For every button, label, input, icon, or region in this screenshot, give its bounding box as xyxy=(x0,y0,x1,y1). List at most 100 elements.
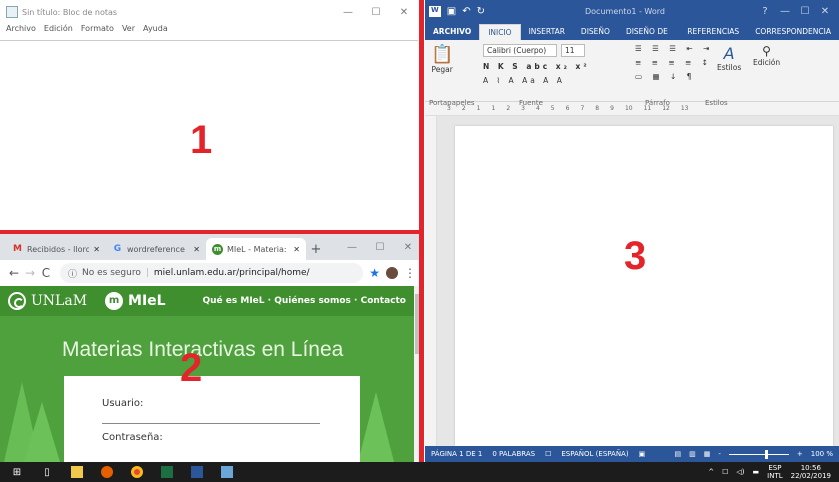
font-size-select[interactable]: 11 xyxy=(561,44,585,57)
usuario-input[interactable] xyxy=(102,423,320,424)
close-icon[interactable]: ✕ xyxy=(815,6,835,17)
firefox-icon[interactable] xyxy=(96,462,118,482)
chrome-icon[interactable] xyxy=(126,462,148,482)
menu-edicion[interactable]: Edición xyxy=(44,24,73,38)
excel-icon[interactable] xyxy=(156,462,178,482)
language-indicator[interactable]: ESP INTL xyxy=(767,464,782,480)
read-mode-icon[interactable]: ▤ xyxy=(674,450,681,458)
tab-inicio[interactable]: INICIO xyxy=(479,24,521,40)
word-icon[interactable] xyxy=(186,462,208,482)
file-explorer-icon[interactable] xyxy=(66,462,88,482)
quick-access-toolbar: W ▣ ↶ ↻ xyxy=(429,5,485,17)
forward-icon[interactable]: → xyxy=(22,266,38,280)
tree-decoration xyxy=(24,402,60,462)
google-icon: G xyxy=(113,243,122,254)
minimize-icon[interactable]: — xyxy=(334,7,362,18)
close-tab-icon[interactable]: ✕ xyxy=(93,245,100,254)
close-icon[interactable]: ✕ xyxy=(394,242,422,253)
system-tray: ^ ☐ ◁) ▬ ESP INTL 10:56 22/02/2019 xyxy=(708,464,839,480)
tray-chevron-icon[interactable]: ^ xyxy=(708,468,714,476)
horizontal-ruler: 3 2 1 1 2 3 4 5 6 7 8 9 10 11 12 13 xyxy=(425,102,839,116)
tab-insertar[interactable]: INSERTAR xyxy=(521,24,573,40)
shading-buttons[interactable]: ▭ ▦ ↓ ¶ xyxy=(635,72,713,81)
language-label[interactable]: ESPAÑOL (ESPAÑA) xyxy=(561,450,628,458)
menu-ayuda[interactable]: Ayuda xyxy=(143,24,168,38)
info-icon[interactable]: ⓘ xyxy=(68,267,77,280)
tab-archivo[interactable]: ARCHIVO xyxy=(425,24,480,40)
color-buttons[interactable]: A ⌇ A Aa A A xyxy=(483,76,590,85)
word-app-icon: W xyxy=(429,5,441,17)
tab-label: wordreference xyxy=(127,244,185,254)
address-bar[interactable]: ⓘ No es seguro | miel.unlam.edu.ar/princ… xyxy=(60,263,364,283)
styles-label: Estilos xyxy=(717,63,742,72)
task-view-icon[interactable]: ▯ xyxy=(36,462,58,482)
tab-miel[interactable]: m MIeL - Materia: ✕ xyxy=(206,238,306,260)
notepad-titlebar: Sin título: Bloc de notas — ☐ ✕ xyxy=(0,0,418,24)
clipboard-icon: 📋 xyxy=(431,44,454,65)
action-center-icon[interactable]: ▬ xyxy=(753,468,760,476)
maximize-icon[interactable]: ☐ xyxy=(362,7,390,18)
close-tab-icon[interactable]: ✕ xyxy=(293,245,300,254)
paint-icon[interactable] xyxy=(216,462,238,482)
zoom-out-icon[interactable]: - xyxy=(718,450,721,458)
format-buttons[interactable]: N K S abc x₂ x² xyxy=(483,62,590,71)
paste-button[interactable]: 📋 Pegar xyxy=(431,44,453,74)
tab-gmail[interactable]: M Recibidos - llorc ✕ xyxy=(6,238,106,260)
miel-badge-icon: m xyxy=(105,292,124,310)
close-tab-icon[interactable]: ✕ xyxy=(193,245,200,254)
minimize-icon[interactable]: — xyxy=(775,6,795,17)
tab-diseno[interactable]: DISEÑO xyxy=(573,24,618,40)
print-layout-icon[interactable]: ▥ xyxy=(689,450,696,458)
proofing-icon[interactable]: ☐ xyxy=(545,450,551,458)
maximize-icon[interactable]: ☐ xyxy=(366,242,394,253)
ruler-tick-label: 5 xyxy=(550,105,555,112)
macro-icon[interactable]: ▣ xyxy=(639,450,646,458)
maximize-icon[interactable]: ☐ xyxy=(795,6,815,17)
time-label: 10:56 xyxy=(800,464,821,472)
ruler-tick-label: 1 xyxy=(476,105,481,112)
extension-icon[interactable] xyxy=(386,267,398,279)
tab-diseno-pagina[interactable]: DISEÑO DE PÁGINA xyxy=(618,24,679,52)
minimize-icon[interactable]: — xyxy=(338,242,366,253)
menu-formato[interactable]: Formato xyxy=(81,24,114,38)
windows-start-icon[interactable]: ⊞ xyxy=(6,462,28,482)
back-icon[interactable]: ← xyxy=(6,266,22,280)
save-icon[interactable]: ▣ xyxy=(447,6,456,17)
redo-icon[interactable]: ↻ xyxy=(477,6,485,17)
network-icon[interactable]: ☐ xyxy=(722,468,728,476)
tab-wordreference[interactable]: G wordreference ✕ xyxy=(106,238,206,260)
zoom-level[interactable]: 100 % xyxy=(811,450,833,458)
zoom-in-icon[interactable]: + xyxy=(797,450,803,458)
tree-decoration xyxy=(358,392,394,462)
new-tab-button[interactable]: + xyxy=(306,238,326,260)
edit-button[interactable]: ⚲ Edición xyxy=(753,44,780,67)
word-count[interactable]: 0 PALABRAS xyxy=(492,450,535,458)
font-name-select[interactable]: Calibri (Cuerpo) xyxy=(483,44,557,57)
zoom-slider[interactable] xyxy=(728,449,789,459)
reload-icon[interactable]: C xyxy=(38,266,54,280)
volume-icon[interactable]: ◁) xyxy=(736,468,744,476)
page-count[interactable]: PÁGINA 1 DE 1 xyxy=(431,450,482,458)
align-buttons[interactable]: ≡ ≡ ≡ ≡ ↕ xyxy=(635,58,713,67)
menu-ver[interactable]: Ver xyxy=(122,24,135,38)
list-buttons[interactable]: ☰ ☰ ☰ ⇤ ⇥ xyxy=(635,44,713,53)
document-page[interactable] xyxy=(455,126,833,446)
ruler-tick-label: 2 xyxy=(506,105,511,112)
close-icon[interactable]: ✕ xyxy=(390,7,418,18)
tab-correspondencia[interactable]: CORRESPONDENCIA xyxy=(747,24,839,40)
styles-icon: A xyxy=(723,44,735,63)
bookmark-star-icon[interactable]: ★ xyxy=(369,266,380,280)
web-layout-icon[interactable]: ▦ xyxy=(704,450,711,458)
undo-icon[interactable]: ↶ xyxy=(462,6,470,17)
ruler-tick-label: 8 xyxy=(595,105,600,112)
tab-referencias[interactable]: REFERENCIAS xyxy=(679,24,747,40)
clock[interactable]: 10:56 22/02/2019 xyxy=(791,464,831,480)
unlam-logo[interactable]: UNLaM xyxy=(8,292,87,310)
menu-archivo[interactable]: Archivo xyxy=(6,24,36,38)
miel-logo[interactable]: m MIeL xyxy=(105,292,202,310)
paste-label: Pegar xyxy=(431,65,453,74)
help-icon[interactable]: ? xyxy=(755,6,775,17)
styles-button[interactable]: A Estilos xyxy=(717,44,741,72)
menu-kebab-icon[interactable]: ⋮ xyxy=(404,266,416,280)
site-nav[interactable]: Qué es MIeL · Quiénes somos · Contacto xyxy=(202,296,406,306)
